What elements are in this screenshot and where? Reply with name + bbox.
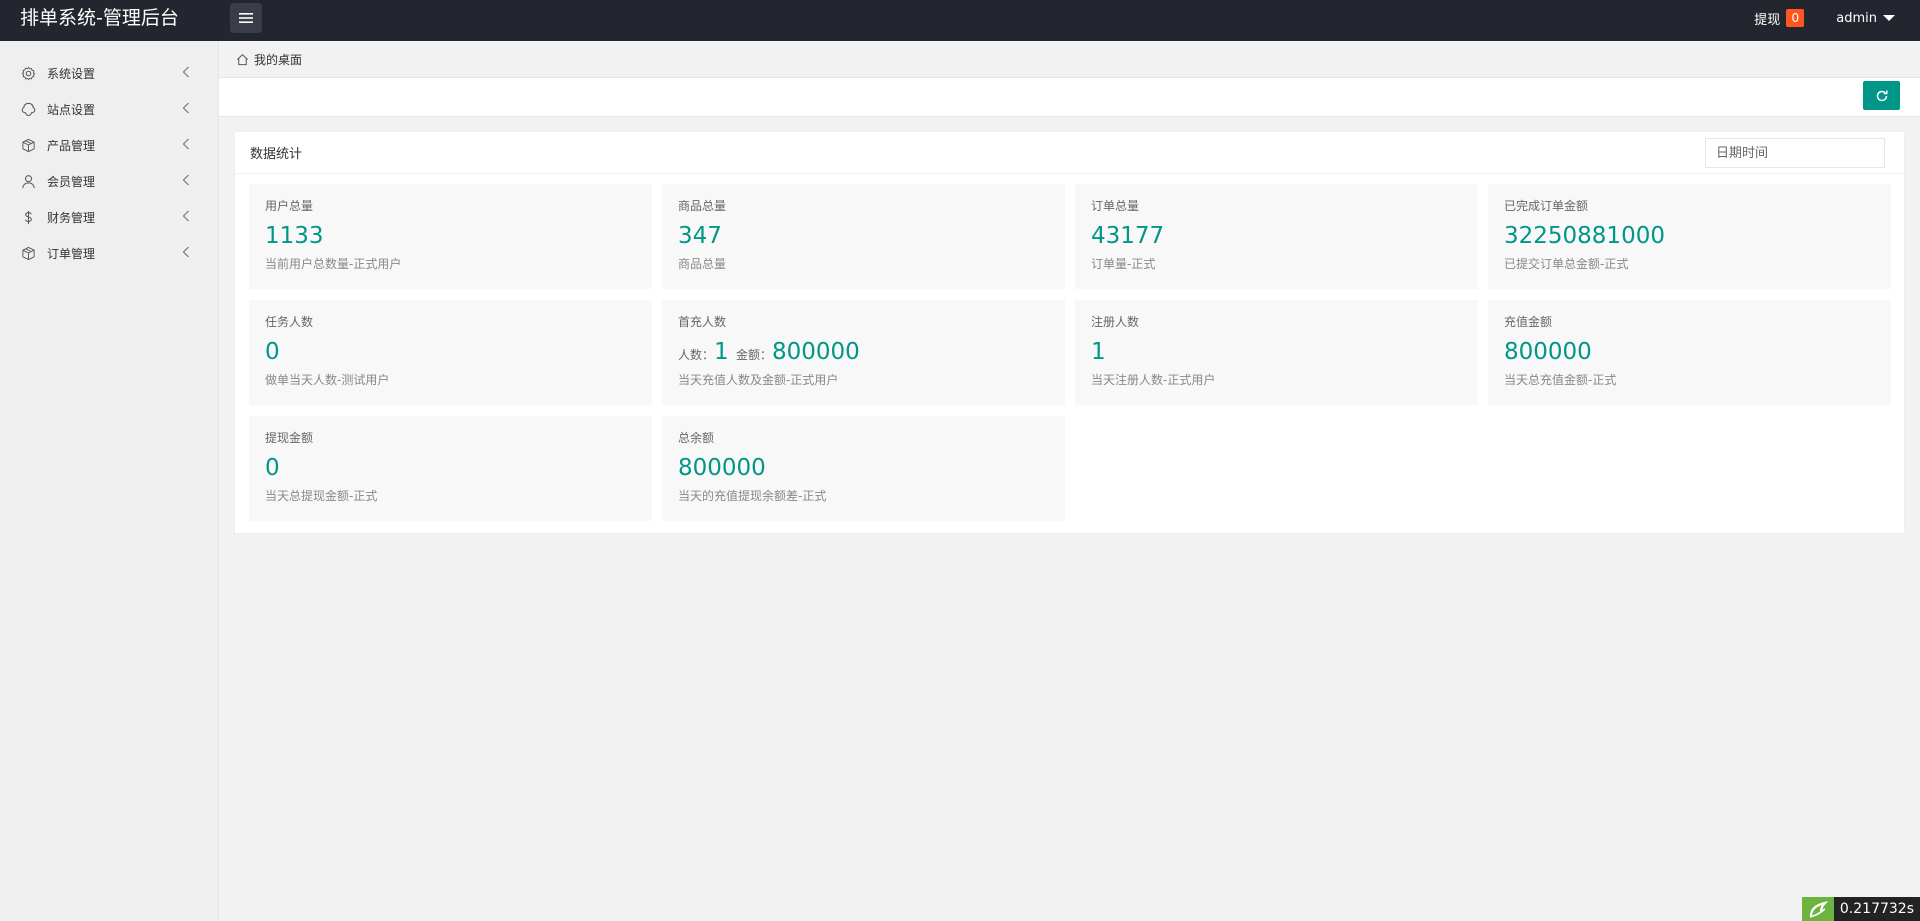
- stat-card-first-recharge: 首充人数 人数：1 金额：800000 当天充值人数及金额-正式用户: [662, 300, 1065, 405]
- amount-value: 800000: [771, 339, 860, 365]
- card-value: 0: [265, 339, 280, 365]
- card-desc: 当天注册人数-正式用户: [1091, 373, 1216, 387]
- app-title: 排单系统-管理后台: [20, 7, 179, 29]
- card-title: 用户总量: [265, 199, 314, 213]
- main-content: 我的桌面 数据统计 用户总量 1133 当前用户总数量-正式用户 商品总量 34…: [219, 41, 1920, 921]
- card-desc: 做单当天人数-测试用户: [265, 373, 390, 387]
- box-icon: [20, 137, 36, 153]
- sidebar-item-member-management[interactable]: 会员管理: [0, 163, 218, 199]
- card-desc: 商品总量: [678, 257, 727, 271]
- card-title: 充值金额: [1504, 315, 1553, 329]
- card-desc: 当天的充值提现余额差-正式: [678, 489, 827, 503]
- chevron-left-icon: [182, 138, 189, 150]
- stat-card-recharge-amount: 充值金额 800000 当天总充值金额-正式: [1488, 300, 1891, 405]
- date-time-input[interactable]: [1705, 138, 1885, 168]
- card-value: 32250881000: [1504, 223, 1665, 249]
- card-title: 首充人数: [678, 315, 727, 329]
- menu-toggle-button[interactable]: [230, 3, 262, 33]
- sidebar-item-label: 系统设置: [47, 66, 96, 81]
- card-title: 订单总量: [1091, 199, 1140, 213]
- card-value: 人数：1 金额：800000: [678, 336, 1049, 368]
- chevron-left-icon: [182, 246, 189, 258]
- page-timer-badge[interactable]: 0.217732s: [1801, 897, 1920, 921]
- card-value: 1133: [265, 223, 324, 249]
- top-header: 排单系统-管理后台 提现 0 admin: [0, 0, 1920, 41]
- sidebar-item-label: 会员管理: [47, 174, 96, 189]
- withdraw-link[interactable]: 提现 0: [1754, 9, 1805, 28]
- debug-logo-icon: [1801, 897, 1834, 921]
- card-value: 800000: [1504, 339, 1592, 365]
- card-title: 商品总量: [678, 199, 727, 213]
- stat-card-completed-order-amount: 已完成订单金额 32250881000 已提交订单总金额-正式: [1488, 184, 1891, 289]
- panel-header: 数据统计: [235, 132, 1904, 174]
- card-value: 0: [265, 455, 280, 481]
- sidebar-nav: 系统设置 站点设置 产品管理 会员管理 财务管理 订单管理: [0, 41, 218, 271]
- stat-card-withdraw-amount: 提现金额 0 当天总提现金额-正式: [249, 416, 652, 521]
- dollar-icon: [20, 209, 36, 225]
- chevron-left-icon: [182, 66, 189, 78]
- caret-down-icon: [1883, 15, 1895, 21]
- stat-card-total-orders: 订单总量 43177 订单量-正式: [1075, 184, 1478, 289]
- card-desc: 订单量-正式: [1091, 257, 1156, 271]
- chevron-left-icon: [182, 174, 189, 186]
- panel-title: 数据统计: [250, 147, 303, 162]
- card-title: 总余额: [678, 431, 715, 445]
- sidebar-item-label: 站点设置: [47, 102, 96, 117]
- card-desc: 当前用户总数量-正式用户: [265, 257, 402, 271]
- breadcrumb: 我的桌面: [219, 41, 1920, 77]
- sidebar-item-label: 订单管理: [47, 246, 96, 261]
- people-label: 人数：: [678, 348, 715, 362]
- card-value: 347: [678, 223, 722, 249]
- people-value: 1: [714, 339, 729, 365]
- card-value: 1: [1091, 339, 1106, 365]
- card-desc: 当天总提现金额-正式: [265, 489, 378, 503]
- site-icon: [20, 101, 36, 117]
- withdraw-count-badge: 0: [1786, 9, 1805, 27]
- user-icon: [20, 173, 36, 189]
- header-right: 提现 0 admin: [1754, 0, 1895, 36]
- toolbar: [219, 77, 1920, 117]
- stats-panel: 数据统计 用户总量 1133 当前用户总数量-正式用户 商品总量 347 商品总…: [234, 131, 1905, 534]
- chevron-left-icon: [182, 102, 189, 114]
- card-desc: 当天充值人数及金额-正式用户: [678, 373, 839, 387]
- sidebar-item-order-management[interactable]: 订单管理: [0, 235, 218, 271]
- stat-card-total-users: 用户总量 1133 当前用户总数量-正式用户: [249, 184, 652, 289]
- stat-card-total-products: 商品总量 347 商品总量: [662, 184, 1065, 289]
- refresh-icon: [1876, 90, 1888, 101]
- sidebar-item-product-management[interactable]: 产品管理: [0, 127, 218, 163]
- user-menu[interactable]: admin: [1836, 11, 1895, 26]
- sidebar-item-label: 产品管理: [47, 138, 96, 153]
- sidebar-item-system-settings[interactable]: 系统设置: [0, 55, 218, 91]
- box-icon: [20, 245, 36, 261]
- sidebar: 系统设置 站点设置 产品管理 会员管理 财务管理 订单管理: [0, 41, 219, 921]
- card-value: 43177: [1091, 223, 1165, 249]
- card-value: 800000: [678, 455, 766, 481]
- sidebar-item-site-settings[interactable]: 站点设置: [0, 91, 218, 127]
- refresh-button[interactable]: [1863, 81, 1900, 110]
- card-desc: 当天总充值金额-正式: [1504, 373, 1617, 387]
- menu-icon: [239, 13, 253, 23]
- gear-icon: [20, 65, 36, 81]
- chevron-left-icon: [182, 210, 189, 222]
- card-title: 提现金额: [265, 431, 314, 445]
- card-title: 注册人数: [1091, 315, 1140, 329]
- card-desc: 已提交订单总金额-正式: [1504, 257, 1629, 271]
- sidebar-item-label: 财务管理: [47, 210, 96, 225]
- timer-value: 0.217732s: [1833, 897, 1920, 921]
- sidebar-item-finance-management[interactable]: 财务管理: [0, 199, 218, 235]
- amount-label: 金额：: [735, 348, 772, 362]
- card-title: 任务人数: [265, 315, 314, 329]
- withdraw-label: 提现: [1754, 12, 1781, 28]
- home-icon: [236, 53, 249, 66]
- stat-card-registrations: 注册人数 1 当天注册人数-正式用户: [1075, 300, 1478, 405]
- breadcrumb-item-desktop[interactable]: 我的桌面: [254, 51, 302, 68]
- stat-card-task-users: 任务人数 0 做单当天人数-测试用户: [249, 300, 652, 405]
- username: admin: [1836, 10, 1877, 26]
- stat-card-total-balance: 总余额 800000 当天的充值提现余额差-正式: [662, 416, 1065, 521]
- card-title: 已完成订单金额: [1504, 199, 1589, 213]
